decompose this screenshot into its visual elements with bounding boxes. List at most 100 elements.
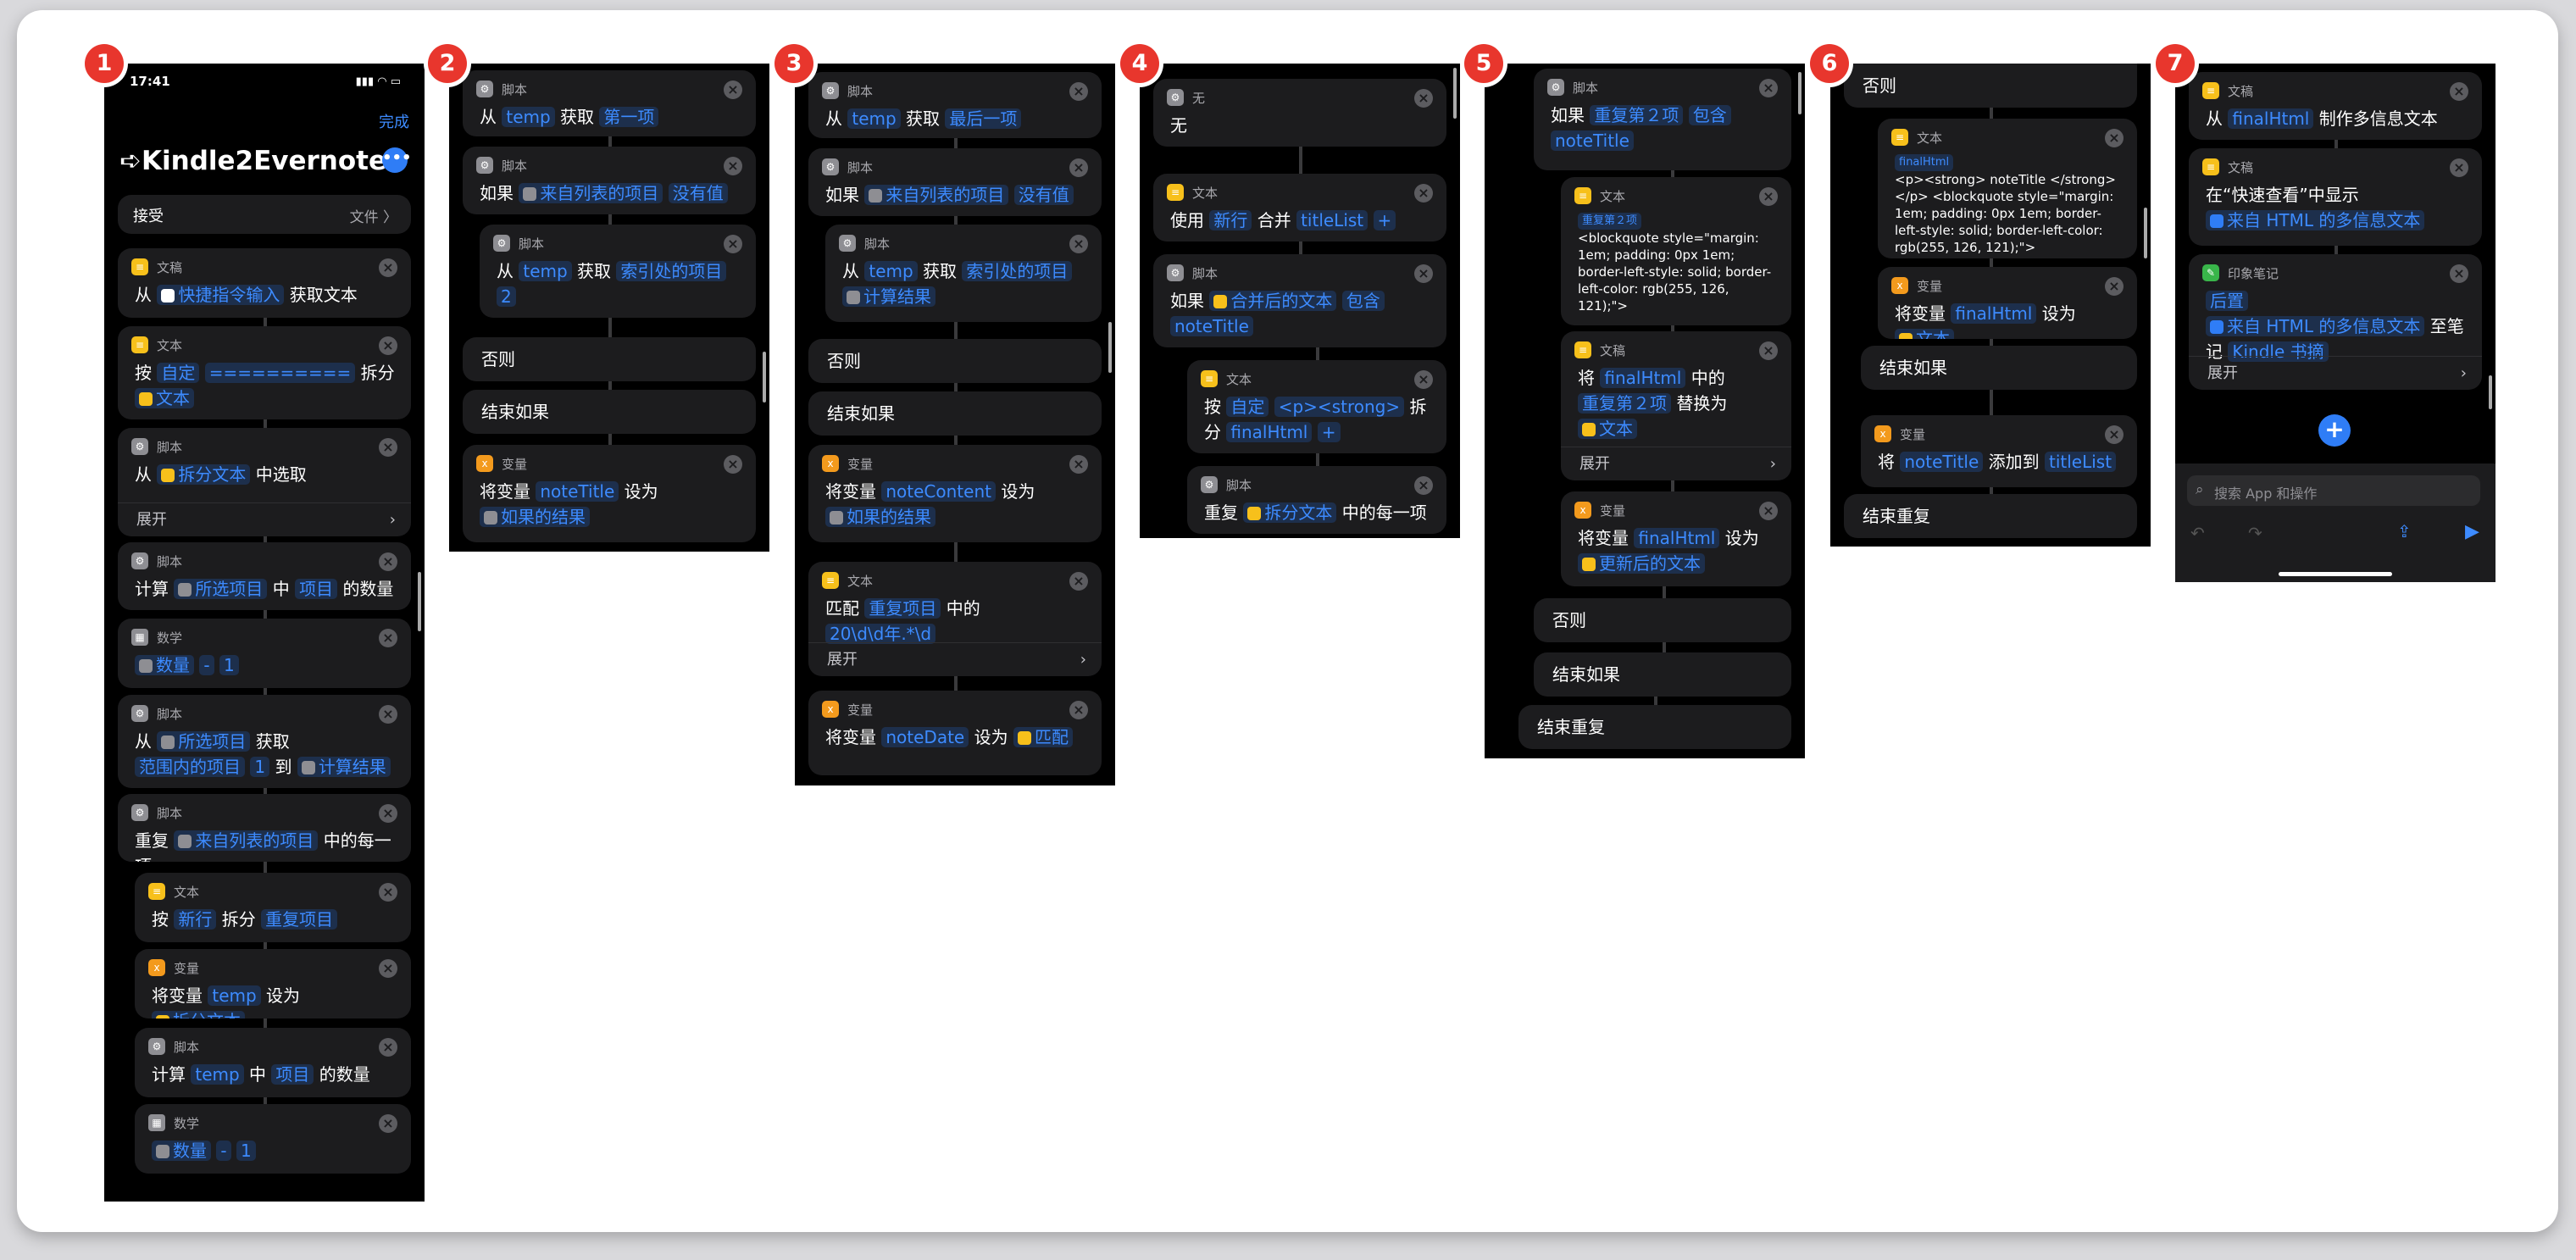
action-token[interactable]: 数量 — [135, 655, 194, 675]
action-token[interactable]: 自定 — [1226, 397, 1269, 417]
action-token[interactable]: temp — [208, 985, 261, 1006]
action-token[interactable]: 重复项目 — [261, 909, 338, 930]
action-token[interactable]: noteTitle — [1170, 316, 1253, 336]
action-block[interactable]: ⚙ 脚本 × 从 temp 获取 索引处的项目 计算结果 — [825, 225, 1102, 322]
action-block[interactable]: x 变量 × 将变量 noteContent 设为 如果的结果 — [808, 445, 1102, 542]
action-token[interactable]: temp — [519, 261, 572, 281]
action-token[interactable]: 拆分文本 — [157, 464, 251, 485]
end-if-block[interactable]: 结束如果 — [463, 390, 756, 434]
action-block[interactable]: ⚙ 脚本 × 重复 拆分文本 中的每一项 — [1187, 466, 1446, 534]
action-token[interactable]: 20\d\d年.*\d — [825, 624, 936, 644]
remove-action-icon[interactable]: × — [2450, 82, 2468, 101]
remove-action-icon[interactable]: × — [379, 336, 397, 355]
expand-row[interactable]: 展开 › — [1561, 447, 1791, 480]
remove-action-icon[interactable]: × — [1414, 264, 1433, 283]
action-block[interactable]: ≡ 文本 × finalHtml <p><strong> noteTitle </str… — [1878, 119, 2137, 258]
scrollbar[interactable] — [1798, 72, 1802, 114]
action-token[interactable]: 没有值 — [1013, 185, 1074, 205]
action-token[interactable]: 快捷指令输入 — [157, 285, 285, 305]
action-block[interactable]: ≡ 文稿 × 从 快捷指令输入 获取文本 — [118, 248, 411, 318]
action-block[interactable]: x 变量 × 将 noteTitle 添加到 titleList — [1861, 415, 2137, 487]
action-token[interactable]: 所选项目 — [157, 731, 251, 752]
action-block[interactable]: ⚙ 脚本 × 从 temp 获取 第一项 — [463, 70, 756, 136]
end-if-block[interactable]: 结束如果 — [808, 391, 1102, 436]
action-block[interactable]: ▦ 数学 × 数量 - 1 — [118, 619, 411, 688]
remove-action-icon[interactable]: × — [379, 883, 397, 902]
action-block[interactable]: ▦ 数学 × 数量 - 1 — [135, 1104, 411, 1174]
action-token[interactable]: 更新后的文本 — [1578, 553, 1705, 574]
action-token[interactable]: 1 — [236, 1141, 256, 1161]
action-token[interactable]: + — [1373, 210, 1396, 230]
action-token[interactable]: 项目 — [295, 579, 338, 599]
expand-row[interactable]: 展开 › — [808, 642, 1102, 676]
action-block[interactable]: ⚙ 脚本 × 计算 temp 中 项目 的数量 — [135, 1028, 411, 1097]
remove-action-icon[interactable]: × — [2105, 277, 2124, 296]
action-block[interactable]: x 变量 × 将变量 temp 设为 拆分文本 — [135, 949, 411, 1019]
remove-action-icon[interactable]: × — [2105, 425, 2124, 444]
action-block[interactable]: ⚙ 无 × 无 — [1153, 79, 1446, 147]
action-token[interactable]: noteTitle — [536, 481, 619, 502]
action-token[interactable]: 计算结果 — [842, 286, 935, 307]
action-token[interactable]: 1 — [250, 757, 270, 777]
share-icon[interactable]: ⇪ — [2397, 521, 2412, 541]
end-if-block[interactable]: 结束如果 — [1861, 346, 2137, 390]
action-token[interactable]: temp — [847, 108, 901, 129]
action-token[interactable]: noteContent — [881, 481, 996, 502]
action-token[interactable]: 包含 — [1341, 291, 1385, 311]
expand-row[interactable]: 展开 › — [2189, 356, 2482, 390]
remove-action-icon[interactable]: × — [379, 438, 397, 457]
action-token[interactable]: 包含 — [1688, 105, 1731, 125]
action-token[interactable]: 所选项目 — [174, 579, 268, 599]
remove-action-icon[interactable]: × — [2450, 264, 2468, 283]
action-token[interactable]: 文本 — [1895, 329, 1954, 339]
action-token[interactable]: 项目 — [271, 1064, 314, 1085]
action-block[interactable]: ⚙ 脚本 × 如果 来自列表的项目 没有值 — [808, 148, 1102, 216]
remove-action-icon[interactable]: × — [1069, 82, 1088, 101]
action-block[interactable]: ≡ 文本 × 重复第２项 <blockquote style="margin: 1em;… — [1561, 177, 1791, 325]
remove-action-icon[interactable]: × — [379, 629, 397, 647]
action-block[interactable]: ≡ 文稿 × 从 finalHtml 制作多信息文本 — [2189, 72, 2482, 140]
remove-action-icon[interactable]: × — [379, 705, 397, 724]
action-token[interactable]: 来自 HTML 的多信息文本 — [2206, 210, 2425, 230]
otherwise-block[interactable]: 否则 — [1534, 598, 1791, 642]
remove-action-icon[interactable]: × — [724, 157, 742, 175]
action-token[interactable]: titleList — [2045, 452, 2117, 472]
action-token[interactable]: 文本 — [1578, 419, 1637, 439]
action-token[interactable]: noteTitle — [1900, 452, 1984, 472]
otherwise-block[interactable]: 否则 — [808, 339, 1102, 383]
action-block[interactable]: ⚙ 脚本 × 从 temp 获取 索引处的项目 2 — [480, 225, 756, 318]
remove-action-icon[interactable]: × — [1069, 235, 1088, 253]
action-block[interactable]: ⚙ 脚本 × 如果 合并后的文本 包含 noteTitle — [1153, 254, 1446, 347]
action-block[interactable]: ⚙ 脚本 × 计算 所选项目 中 项目 的数量 — [118, 542, 411, 610]
action-token[interactable]: 文本 — [135, 388, 194, 408]
remove-action-icon[interactable]: × — [1759, 187, 1778, 206]
action-block[interactable]: ≡ 文稿 × 在“快速查看”中显示 来自 HTML 的多信息文本 — [2189, 148, 2482, 246]
action-block[interactable]: x 变量 × 将变量 noteTitle 设为 如果的结果 — [463, 445, 756, 542]
action-token[interactable]: 计算结果 — [297, 757, 391, 777]
action-block[interactable]: ⚙ 脚本 × 重复 来自列表的项目 中的每一项 — [118, 794, 411, 862]
end-if-block[interactable]: 结束如果 — [1534, 652, 1791, 697]
action-token[interactable]: temp — [502, 107, 555, 127]
remove-action-icon[interactable]: × — [2105, 129, 2124, 147]
action-token[interactable]: finalHtml — [1951, 303, 2037, 324]
action-token[interactable]: 重复项目 — [864, 598, 941, 619]
action-block[interactable]: ⚙ 脚本 × 从 所选项目 获取 范围内的项目 1 到 计算结果 — [118, 695, 411, 788]
action-token[interactable]: 匹配 — [1013, 727, 1073, 747]
remove-action-icon[interactable]: × — [724, 235, 742, 253]
scrollbar[interactable] — [1453, 68, 1457, 119]
action-token[interactable]: temp — [191, 1064, 244, 1085]
action-block[interactable]: ⚙ 脚本 × 如果 来自列表的项目 没有值 — [463, 147, 756, 214]
action-token[interactable]: ========== — [204, 363, 356, 383]
remove-action-icon[interactable]: × — [1069, 572, 1088, 591]
action-block[interactable]: ≡ 文本 × 使用 新行 合并 titleList + — [1153, 174, 1446, 241]
remove-action-icon[interactable]: × — [379, 959, 397, 978]
action-token[interactable]: finalHtml — [1226, 422, 1313, 442]
end-repeat-block[interactable]: 结束重复 — [1518, 705, 1791, 749]
action-token[interactable]: noteTitle — [1551, 130, 1634, 151]
action-block[interactable]: ≡ 文本 × 按 自定 <p><strong> 拆分 finalHtml + — [1187, 360, 1446, 453]
scrollbar[interactable] — [418, 572, 421, 631]
remove-action-icon[interactable]: × — [1414, 184, 1433, 203]
action-block[interactable]: ⚙ 脚本 × 从 拆分文本 中选取 展开 › — [118, 428, 411, 536]
more-button[interactable]: ••• — [382, 147, 412, 173]
remove-action-icon[interactable]: × — [379, 258, 397, 277]
